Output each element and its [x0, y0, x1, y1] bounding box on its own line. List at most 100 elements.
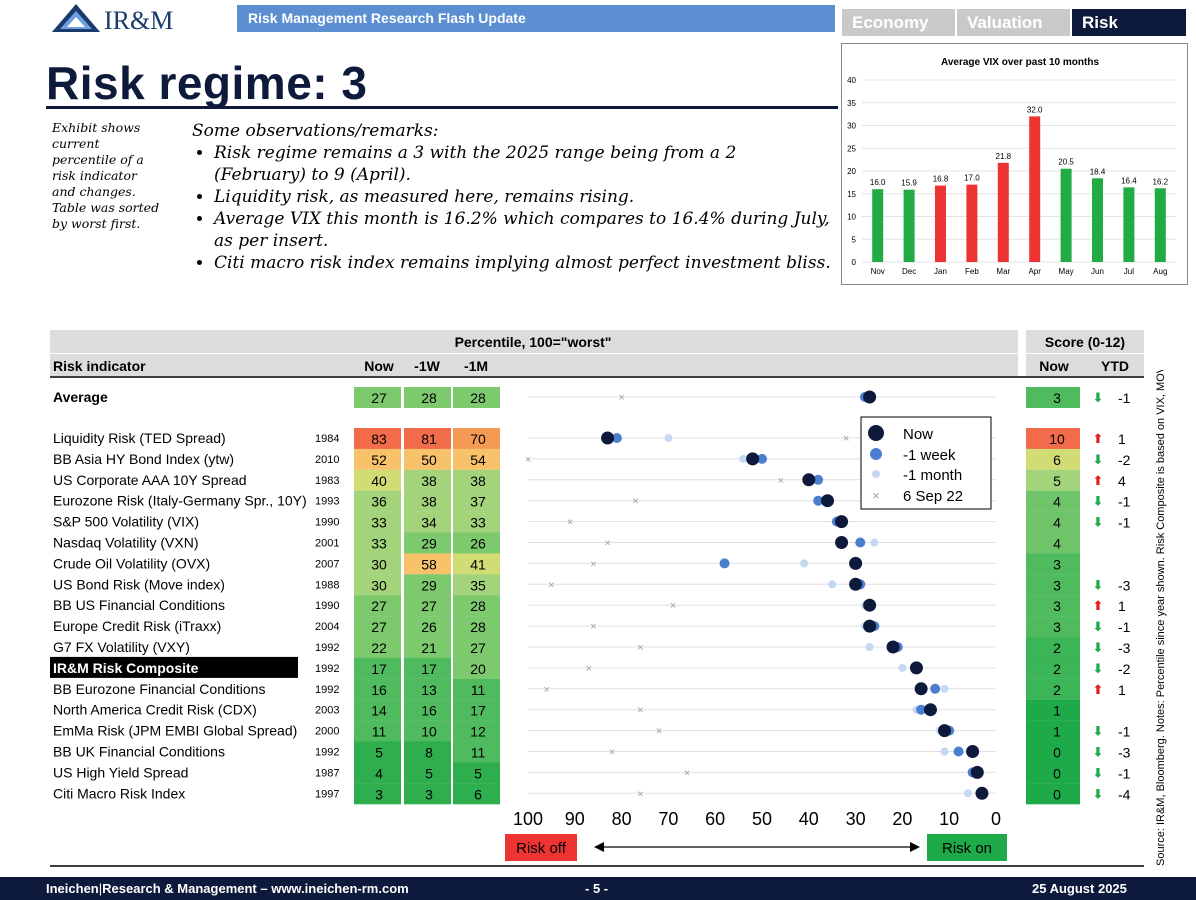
percentile-value: 83	[371, 431, 387, 447]
percentile-value: 38	[421, 473, 437, 489]
vix-bar-value: 16.0	[870, 178, 886, 187]
percentile-value: 12	[470, 724, 486, 740]
legend-marker	[868, 425, 884, 441]
row-label: Eurozone Risk (Italy-Germany Spr., 10Y)	[53, 493, 307, 509]
risk-on-label: Risk on	[942, 840, 992, 857]
row-label: Citi Macro Risk Index	[53, 785, 185, 801]
vix-bar	[1092, 178, 1103, 262]
page-title: Risk regime: 3	[46, 57, 368, 109]
vix-bar	[903, 189, 915, 262]
row-year: 1987	[315, 767, 339, 779]
vix-bar-value: 32.0	[1027, 105, 1043, 114]
score-value: 2	[1053, 682, 1061, 698]
score-value: 3	[1053, 619, 1061, 635]
percentile-value: 17	[371, 661, 387, 677]
percentile-value: 6	[474, 786, 482, 802]
marker-6sep22: ×	[843, 433, 849, 445]
score-value: 10	[1049, 431, 1065, 447]
risk-off-label: Risk off	[516, 840, 567, 857]
marker-1month	[963, 789, 972, 798]
percentile-value: 3	[425, 786, 433, 802]
row-label: BB Asia HY Bond Index (ytw)	[53, 451, 234, 467]
percentile-value: 26	[470, 536, 486, 552]
marker-6sep22: ×	[544, 684, 550, 696]
arrow-down-icon: ⬇	[1093, 453, 1104, 468]
percentile-value: 40	[371, 473, 387, 489]
percentile-value: 54	[470, 452, 486, 468]
score-value: 4	[1053, 515, 1061, 531]
percentile-value: 36	[371, 494, 387, 510]
vix-xtick-label: Apr	[1028, 267, 1041, 276]
row-year: 1992	[315, 684, 339, 696]
vix-xtick-label: Jun	[1091, 267, 1104, 276]
marker-1month	[828, 580, 837, 589]
observation-item: Average VIX this month is 16.2% which co…	[214, 208, 832, 252]
row-year: 1992	[315, 642, 339, 654]
marker-1month	[865, 643, 874, 651]
vix-chart-title: Average VIX over past 10 months	[941, 57, 1099, 68]
tab-valuation[interactable]: Valuation	[957, 9, 1070, 36]
percentile-value: 28	[470, 390, 486, 406]
marker-now	[802, 473, 816, 487]
percentile-value: 27	[371, 390, 387, 406]
ytd-value: -1	[1118, 515, 1131, 531]
marker-now	[849, 577, 863, 591]
row-year: 1993	[315, 496, 339, 508]
score-value: 2	[1053, 640, 1061, 656]
percentile-value: 28	[421, 390, 437, 406]
score-value: 0	[1053, 745, 1061, 761]
table-row: US High Yield Spread 1987 4 5 5 × 0 ⬇ -1	[53, 762, 1131, 784]
percentile-value: 16	[421, 703, 437, 719]
table-row: Average 27 28 28 × 3 ⬇ -1	[53, 387, 1131, 408]
percentile-value: 21	[421, 640, 437, 656]
marker-now	[849, 556, 863, 570]
score-now-header: Now	[1039, 358, 1069, 374]
marker-6sep22: ×	[604, 538, 610, 550]
row-label: IR&M Risk Composite	[53, 660, 199, 676]
vix-xtick-label: Jul	[1124, 267, 1134, 276]
vix-ytick-label: 30	[847, 122, 856, 131]
percentile-value: 13	[421, 682, 437, 698]
marker-6sep22: ×	[590, 558, 596, 570]
marker-1month	[940, 684, 949, 693]
arrow-left-icon	[594, 842, 604, 852]
marker-now	[601, 431, 615, 445]
ytd-value: -1	[1118, 390, 1131, 406]
percentile-value: 33	[470, 515, 486, 531]
observation-item: Risk regime remains a 3 with the 2025 ra…	[214, 142, 832, 186]
legend-label: -1 month	[903, 467, 962, 484]
row-year: 1990	[315, 600, 339, 612]
marker-6sep22: ×	[778, 475, 784, 487]
observations: Some observations/remarks: Risk regime r…	[192, 120, 832, 274]
arrow-right-icon	[910, 842, 920, 852]
title-underline	[46, 106, 838, 109]
ytd-value: -1	[1118, 724, 1131, 740]
tab-economy[interactable]: Economy	[842, 9, 955, 36]
xtick-label: 60	[705, 809, 725, 829]
vix-bar-value: 16.8	[933, 175, 949, 184]
percentile-value: 5	[425, 765, 433, 781]
legend-label: -1 week	[903, 447, 956, 464]
arrow-down-icon: ⬇	[1093, 516, 1104, 531]
row-label: Nasdaq Volatility (VXN)	[53, 535, 199, 551]
xtick-label: 10	[939, 809, 959, 829]
score-value: 0	[1053, 786, 1061, 802]
percentile-value: 52	[371, 452, 387, 468]
vix-bar-value: 17.0	[964, 174, 980, 183]
vix-bar-value: 16.2	[1153, 177, 1169, 186]
legend-marker	[870, 448, 882, 460]
marker-6sep22: ×	[590, 621, 596, 633]
tab-risk[interactable]: Risk	[1072, 9, 1186, 36]
observation-item: Citi macro risk index remains implying a…	[214, 252, 832, 274]
ytd-value: -4	[1118, 786, 1131, 802]
ytd-value: -3	[1118, 745, 1131, 761]
m1-header: -1M	[464, 358, 488, 374]
xtick-label: 30	[846, 809, 866, 829]
table-row: IR&M Risk Composite 1992 17 17 20 × 2 ⬇ -2	[50, 656, 1131, 679]
xtick-label: 50	[752, 809, 772, 829]
marker-6sep22: ×	[525, 454, 531, 466]
percentile-value: 11	[471, 745, 486, 761]
table-row: G7 FX Volatility (VXY) 1992 22 21 27 × 2 ⬇ -3	[53, 637, 1131, 658]
marker-6sep22: ×	[637, 705, 643, 717]
percentile-value: 11	[471, 682, 486, 698]
